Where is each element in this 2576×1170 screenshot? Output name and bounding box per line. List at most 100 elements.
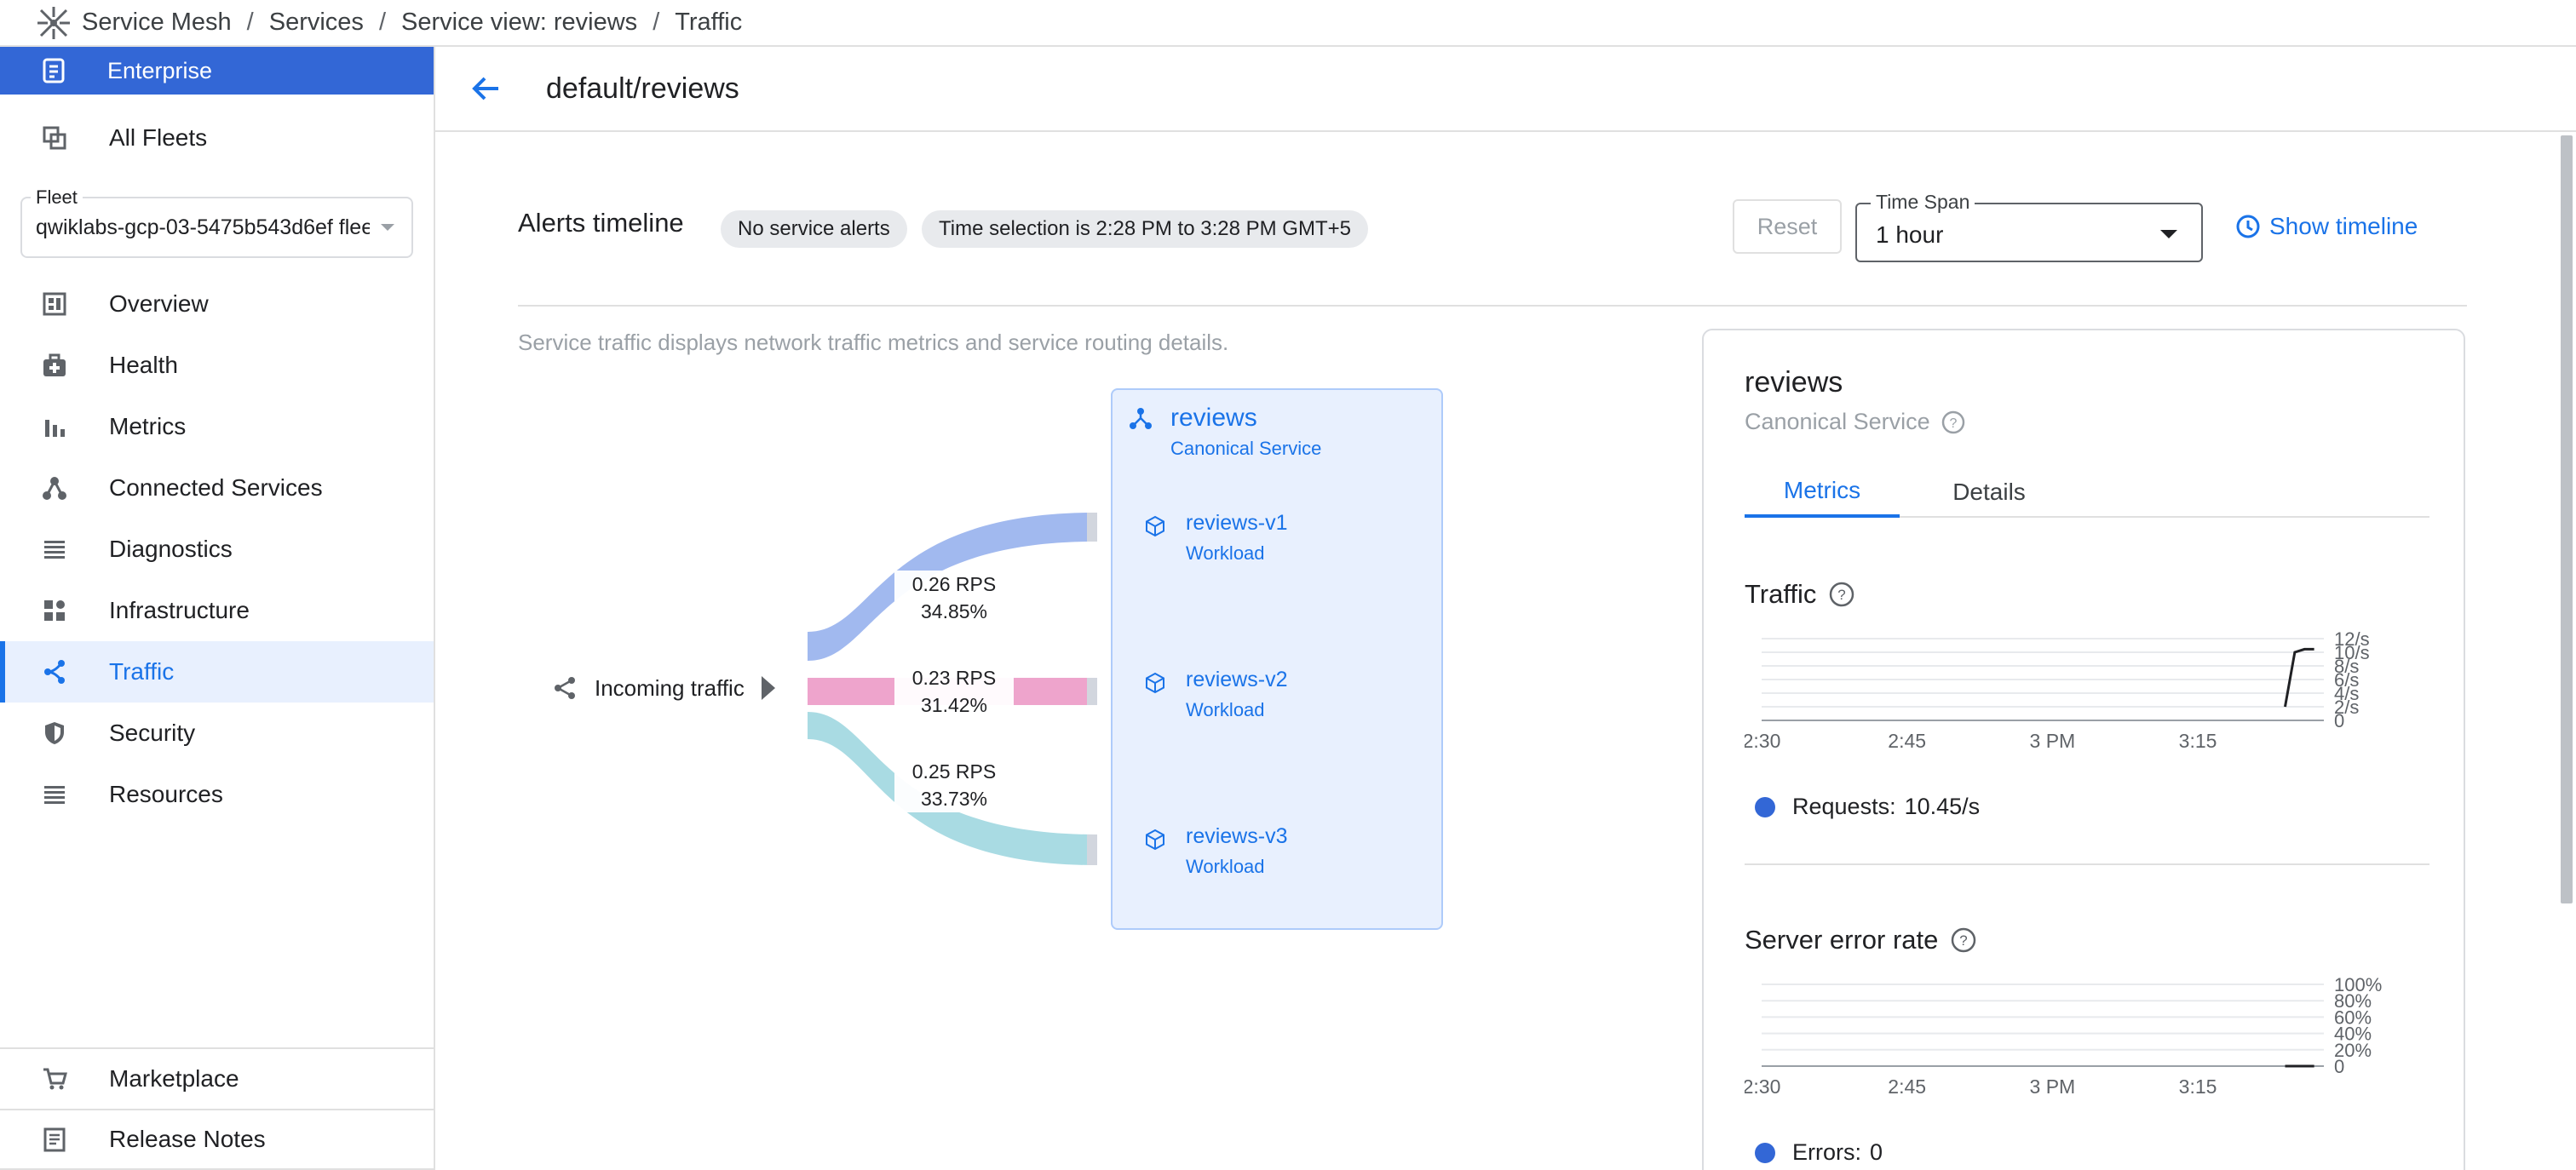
sidebar-item-health[interactable]: Health	[0, 335, 434, 396]
sidebar-item-label: Resources	[109, 781, 223, 807]
sidebar-item-metrics[interactable]: Metrics	[0, 396, 434, 457]
flow-percent: 34.85%	[920, 600, 987, 622]
legend-value: 10.45/s	[1904, 794, 1981, 819]
time-span-select[interactable]: Time Span 1 hour	[1855, 191, 2203, 262]
error-chart: 020%40%60%80%100%2:30 2:45 3 PM 3:15	[1745, 974, 2382, 1098]
flow-label-v1: 0.26 RPS 34.85%	[894, 571, 1014, 625]
sidebar-item-all-fleets[interactable]: All Fleets	[0, 95, 434, 181]
resources-icon	[44, 786, 65, 804]
flow-rps: 0.23 RPS	[911, 667, 997, 689]
breadcrumb-separator: /	[653, 9, 660, 36]
back-arrow-icon[interactable]	[469, 72, 502, 105]
service-name[interactable]: reviews	[1170, 404, 1257, 433]
workload-type: Workload	[1186, 542, 1265, 564]
card-tabs: Metrics Details	[1745, 467, 2429, 518]
x-tick-label: 3 PM	[2030, 1075, 2076, 1098]
legend-label: Requests:	[1792, 794, 1896, 819]
tab-metrics[interactable]: Metrics	[1745, 467, 1900, 518]
card-subtitle-text: Canonical Service	[1745, 409, 1930, 434]
time-selection-chip: Time selection is 2:28 PM to 3:28 PM GMT…	[922, 210, 1368, 248]
x-tick-label: 2:30	[1745, 730, 1780, 752]
scrollbar-thumb[interactable]	[2561, 135, 2573, 903]
breadcrumb-service-view[interactable]: Service view: reviews	[401, 9, 637, 37]
traffic-chart: 02/s4/s6/s8/s10/s12/s2:30 2:45 3 PM 3:15	[1745, 628, 2370, 752]
sidebar-item-security[interactable]: Security	[0, 703, 434, 764]
x-tick-label: 3:15	[2179, 1075, 2217, 1098]
error-section-title: Server error rate ?	[1745, 925, 1977, 955]
workload-name[interactable]: reviews-v2	[1186, 668, 1287, 692]
tab-details[interactable]: Details	[1917, 467, 2061, 518]
sidebar-item-label: Traffic	[109, 658, 175, 685]
marketplace-icon	[43, 1068, 67, 1090]
sidebar-item-label: Release Notes	[109, 1126, 266, 1152]
sidebar-item-label: Health	[109, 352, 178, 378]
clock-icon	[2236, 215, 2260, 238]
canonical-service-node[interactable]: reviews Canonical Service reviews-v1 Wor…	[1111, 388, 1443, 930]
workload-cube-icon	[1146, 515, 1164, 537]
alerts-timeline-bar: Alerts timeline No service alerts Time s…	[518, 191, 2467, 307]
sidebar-item-resources[interactable]: Resources	[0, 764, 434, 825]
sidebar-item-label: Marketplace	[109, 1065, 239, 1092]
page-title: default/reviews	[546, 72, 739, 105]
x-tick-label: 2:45	[1888, 730, 1926, 752]
sidebar-item-connected-services[interactable]: Connected Services	[0, 457, 434, 519]
share-icon	[555, 677, 575, 699]
breadcrumb-service-mesh[interactable]: Service Mesh	[82, 9, 232, 37]
scrollbar[interactable]	[2556, 132, 2576, 1170]
traffic-legend: Requests: 10.45/s	[1755, 794, 1980, 820]
y-tick-label: 100%	[2334, 974, 2382, 995]
help-icon[interactable]: ?	[1941, 410, 1966, 435]
show-timeline-button[interactable]: Show timeline	[2235, 213, 2418, 240]
y-tick-label: 12/s	[2334, 628, 2370, 650]
sidebar: Enterprise All Fleets Fleet qwiklabs-gcp…	[0, 47, 435, 1170]
sidebar-item-label: Metrics	[109, 413, 187, 439]
help-icon[interactable]: ?	[1950, 926, 1977, 954]
show-timeline-label: Show timeline	[2269, 213, 2418, 239]
breadcrumb-services[interactable]: Services	[269, 9, 364, 37]
legend-value: 0	[1870, 1139, 1883, 1165]
card-title: reviews	[1745, 366, 1843, 399]
service-type: Canonical Service	[1170, 438, 1322, 459]
x-tick-label: 3 PM	[2030, 730, 2076, 752]
incoming-traffic-node[interactable]: Incoming traffic	[552, 674, 777, 702]
workload-cube-icon	[1146, 829, 1164, 851]
sidebar-item-traffic[interactable]: Traffic	[0, 641, 434, 703]
sidebar-item-infrastructure[interactable]: Infrastructure	[0, 580, 434, 641]
sidebar-item-label: Overview	[109, 290, 209, 317]
error-title: Server error rate	[1745, 925, 1939, 955]
help-icon[interactable]: ?	[1828, 581, 1855, 608]
fleet-select[interactable]: Fleet qwiklabs-gcp-03-5475b543d6ef fleet	[20, 186, 413, 258]
sidebar-item-release-notes[interactable]: Release Notes	[0, 1109, 434, 1170]
sidebar-bottom-links: Marketplace Release Notes	[0, 1047, 434, 1170]
legend-dot	[1755, 796, 1775, 817]
sidebar-item-diagnostics[interactable]: Diagnostics	[0, 519, 434, 580]
sidebar-item-label: Security	[109, 720, 196, 746]
reset-button[interactable]: Reset	[1733, 199, 1842, 254]
chevron-down-icon	[381, 224, 394, 231]
no-service-alerts-chip: No service alerts	[721, 210, 907, 248]
sidebar-item-marketplace[interactable]: Marketplace	[0, 1047, 434, 1109]
svg-text:?: ?	[1960, 932, 1968, 949]
sidebar-item-overview[interactable]: Overview	[0, 273, 434, 335]
workload-name[interactable]: reviews-v1	[1186, 511, 1287, 536]
workload-type: Workload	[1186, 699, 1265, 720]
breadcrumb-separator: /	[246, 9, 254, 36]
traffic-icon	[44, 660, 65, 684]
x-tick-label: 2:30	[1745, 1075, 1780, 1098]
flow-end-v2	[1087, 678, 1097, 705]
fleet-select-label: Fleet	[31, 186, 83, 209]
dropdown-arrow-icon	[2160, 230, 2177, 238]
infrastructure-icon	[44, 600, 65, 621]
service-details-card: reviews Canonical Service ? Metrics Deta…	[1702, 329, 2465, 1170]
traffic-section-title: Traffic ?	[1745, 579, 1855, 610]
time-span-value: 1 hour	[1876, 221, 1944, 248]
top-breadcrumb-bar: Service Mesh / Services / Service view: …	[0, 0, 2576, 47]
workload-name[interactable]: reviews-v3	[1186, 824, 1287, 849]
x-tick-label: 3:15	[2179, 730, 2217, 752]
series-line[interactable]	[2284, 647, 2314, 708]
play-arrow-icon	[761, 676, 775, 700]
sidebar-item-enterprise[interactable]: Enterprise	[0, 47, 434, 95]
workload-type: Workload	[1186, 856, 1265, 877]
flow-label-v3: 0.25 RPS 33.73%	[894, 758, 1014, 812]
error-legend: Errors: 0	[1755, 1139, 1883, 1166]
